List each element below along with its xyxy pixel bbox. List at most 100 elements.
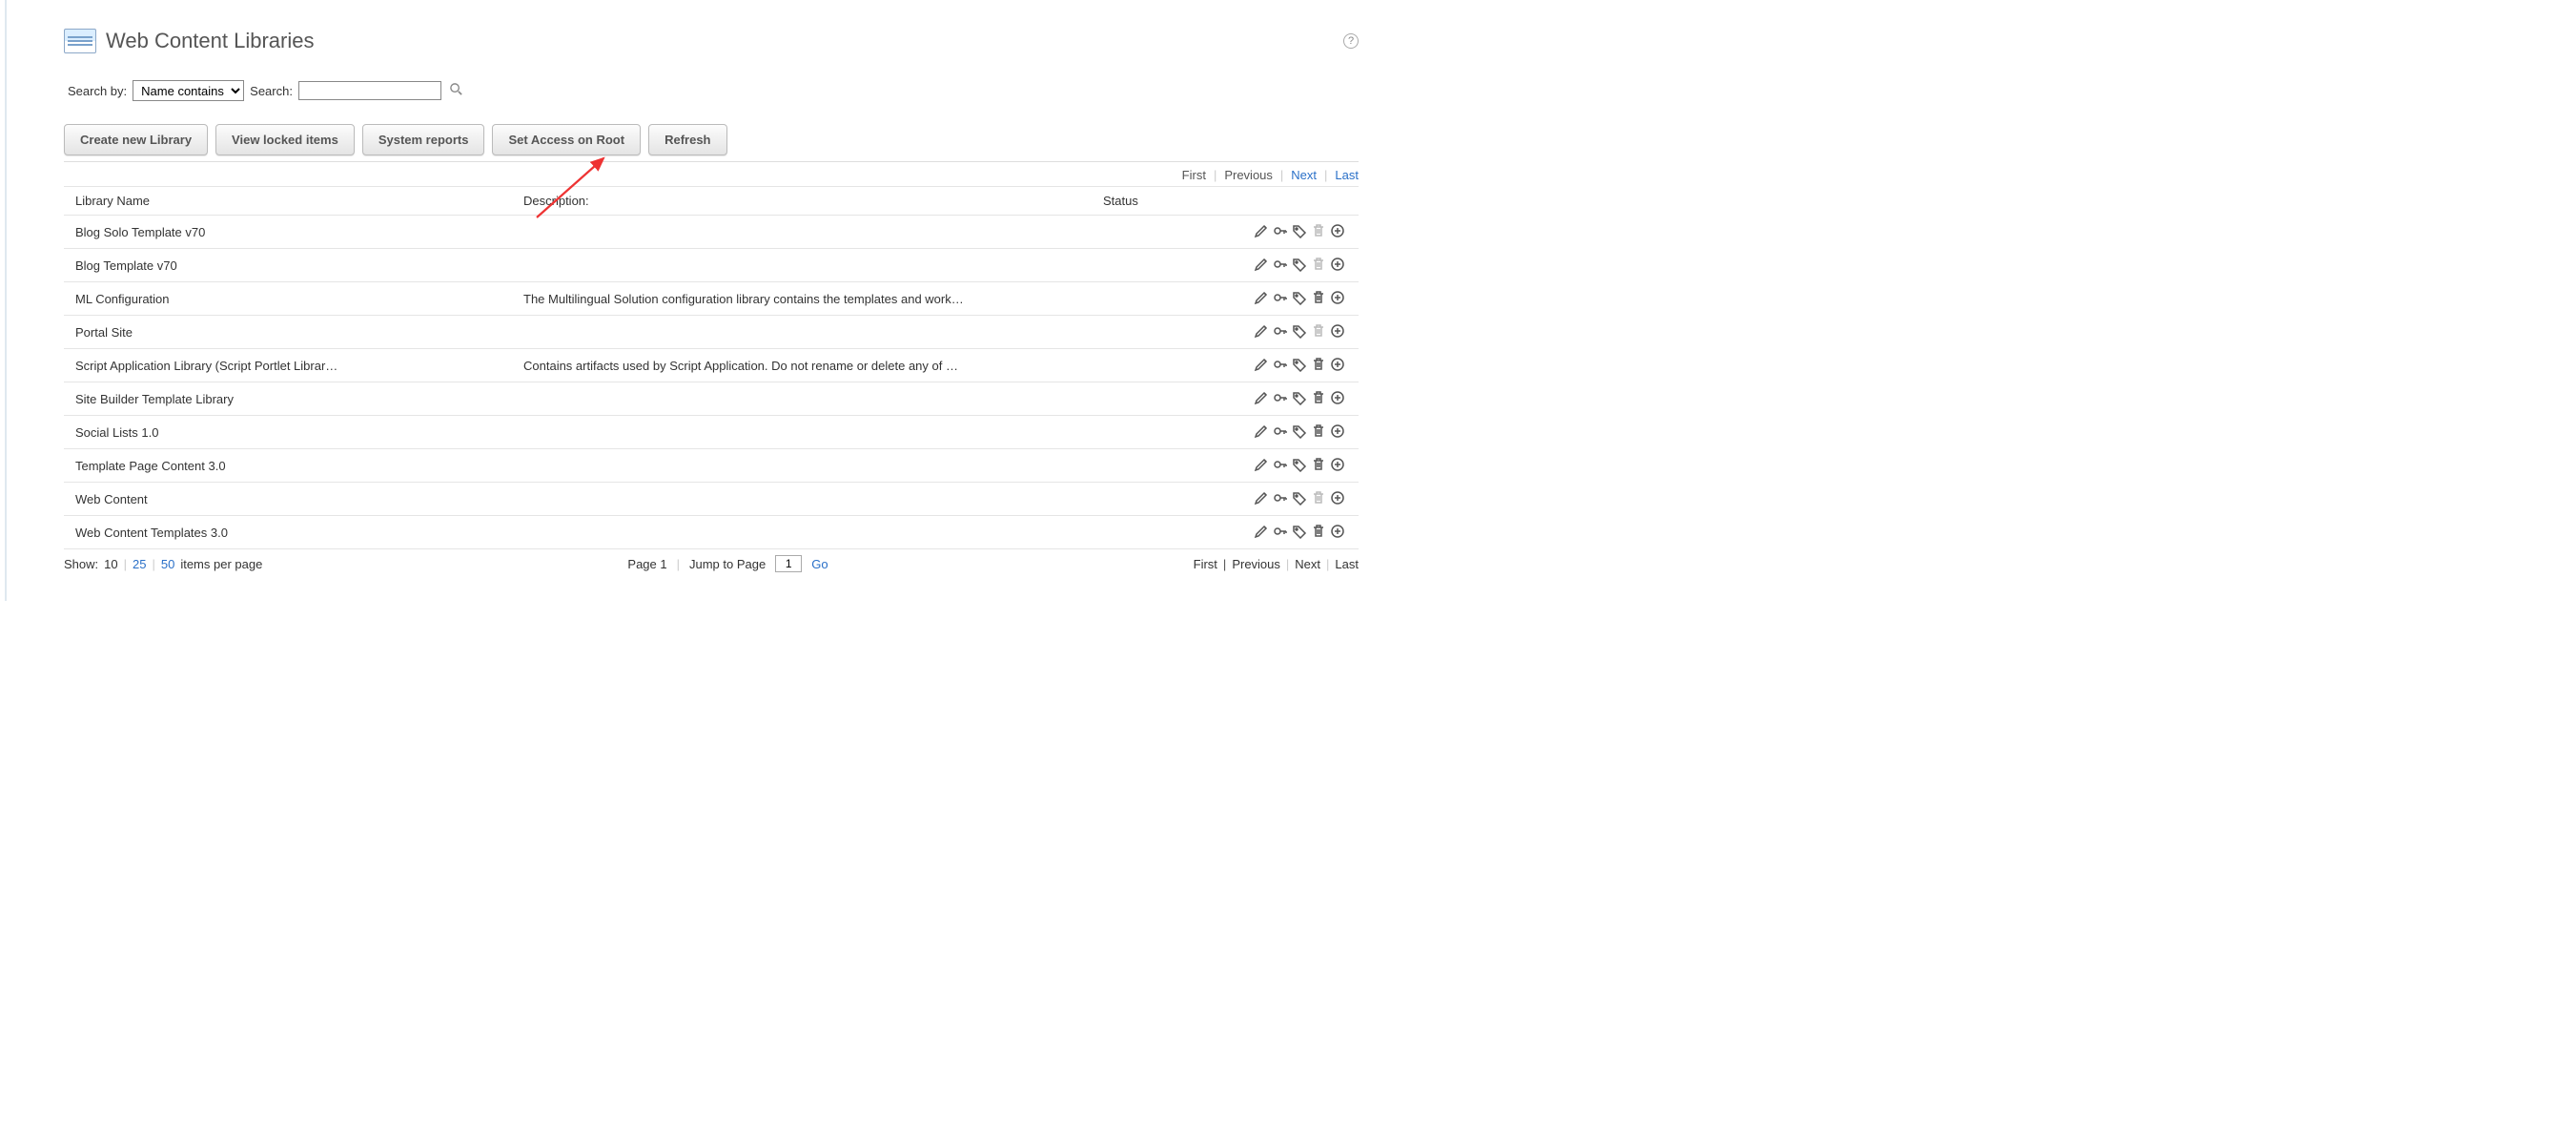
edit-icon[interactable] xyxy=(1253,456,1270,473)
pager-top: First | Previous | Next | Last xyxy=(64,168,1359,182)
edit-icon[interactable] xyxy=(1253,356,1270,373)
pager-next[interactable]: Next xyxy=(1291,168,1317,182)
view-locked-button[interactable]: View locked items xyxy=(215,124,355,155)
pager-last-bottom[interactable]: Last xyxy=(1335,557,1359,571)
refresh-button[interactable]: Refresh xyxy=(648,124,726,155)
trash-icon[interactable] xyxy=(1310,356,1327,373)
help-icon[interactable]: ? xyxy=(1343,33,1359,49)
cell-library-name: Script Application Library (Script Portl… xyxy=(64,349,512,382)
key-icon[interactable] xyxy=(1272,322,1289,340)
edit-icon[interactable] xyxy=(1253,322,1270,340)
edit-icon[interactable] xyxy=(1253,423,1270,440)
add-icon[interactable] xyxy=(1329,222,1346,239)
cell-status xyxy=(1092,382,1206,416)
per-page-10[interactable]: 10 xyxy=(104,557,117,571)
set-access-root-button[interactable]: Set Access on Root xyxy=(492,124,641,155)
key-icon[interactable] xyxy=(1272,256,1289,273)
edit-icon[interactable] xyxy=(1253,256,1270,273)
trash-icon[interactable] xyxy=(1310,289,1327,306)
cell-actions xyxy=(1206,483,1359,516)
cell-library-name: Web Content Templates 3.0 xyxy=(64,516,512,549)
key-icon[interactable] xyxy=(1272,289,1289,306)
edit-icon[interactable] xyxy=(1253,523,1270,540)
tag-icon[interactable] xyxy=(1291,423,1308,440)
key-icon[interactable] xyxy=(1272,423,1289,440)
edit-icon[interactable] xyxy=(1253,489,1270,506)
cell-status xyxy=(1092,449,1206,483)
add-icon[interactable] xyxy=(1329,256,1346,273)
tag-icon[interactable] xyxy=(1291,222,1308,239)
create-library-button[interactable]: Create new Library xyxy=(64,124,208,155)
cell-description xyxy=(512,483,1092,516)
tag-icon[interactable] xyxy=(1291,523,1308,540)
page-title: Web Content Libraries xyxy=(106,29,315,53)
pager-first[interactable]: First xyxy=(1182,168,1206,182)
tag-icon[interactable] xyxy=(1291,489,1308,506)
tag-icon[interactable] xyxy=(1291,356,1308,373)
pager-next-bottom[interactable]: Next xyxy=(1295,557,1320,571)
table-row: Script Application Library (Script Portl… xyxy=(64,349,1359,382)
tag-icon[interactable] xyxy=(1291,389,1308,406)
key-icon[interactable] xyxy=(1272,489,1289,506)
add-icon[interactable] xyxy=(1329,289,1346,306)
jump-to-page-input[interactable] xyxy=(775,555,802,572)
pager-first-bottom[interactable]: First xyxy=(1194,557,1217,571)
system-reports-button[interactable]: System reports xyxy=(362,124,485,155)
cell-actions xyxy=(1206,282,1359,316)
col-description[interactable]: Description: xyxy=(512,187,1092,216)
search-submit-icon[interactable] xyxy=(447,82,465,99)
cell-actions xyxy=(1206,249,1359,282)
search-mode-select[interactable]: Name contains xyxy=(133,80,244,101)
table-row: Blog Template v70 xyxy=(64,249,1359,282)
key-icon[interactable] xyxy=(1272,523,1289,540)
add-icon[interactable] xyxy=(1329,489,1346,506)
trash-icon[interactable] xyxy=(1310,456,1327,473)
page-indicator: Page 1 xyxy=(627,557,666,571)
tag-icon[interactable] xyxy=(1291,456,1308,473)
add-icon[interactable] xyxy=(1329,356,1346,373)
cell-actions xyxy=(1206,316,1359,349)
table-row: Web Content Templates 3.0 xyxy=(64,516,1359,549)
cell-description xyxy=(512,449,1092,483)
cell-description xyxy=(512,382,1092,416)
per-page-50[interactable]: 50 xyxy=(161,557,174,571)
edit-icon[interactable] xyxy=(1253,389,1270,406)
trash-icon[interactable] xyxy=(1310,389,1327,406)
pager-previous[interactable]: Previous xyxy=(1224,168,1273,182)
add-icon[interactable] xyxy=(1329,456,1346,473)
per-page-25[interactable]: 25 xyxy=(133,557,146,571)
col-library-name[interactable]: Library Name xyxy=(64,187,512,216)
key-icon[interactable] xyxy=(1272,222,1289,239)
jump-go-button[interactable]: Go xyxy=(811,557,828,571)
cell-description xyxy=(512,516,1092,549)
pager-last[interactable]: Last xyxy=(1335,168,1359,182)
cell-status xyxy=(1092,282,1206,316)
add-icon[interactable] xyxy=(1329,423,1346,440)
col-status[interactable]: Status xyxy=(1092,187,1206,216)
edit-icon[interactable] xyxy=(1253,289,1270,306)
tag-icon[interactable] xyxy=(1291,256,1308,273)
cell-description xyxy=(512,216,1092,249)
trash-icon[interactable] xyxy=(1310,523,1327,540)
key-icon[interactable] xyxy=(1272,456,1289,473)
table-row: Blog Solo Template v70 xyxy=(64,216,1359,249)
library-page-icon xyxy=(64,29,96,53)
key-icon[interactable] xyxy=(1272,356,1289,373)
edit-icon[interactable] xyxy=(1253,222,1270,239)
tag-icon[interactable] xyxy=(1291,322,1308,340)
cell-description xyxy=(512,416,1092,449)
cell-status xyxy=(1092,483,1206,516)
trash-icon[interactable] xyxy=(1310,423,1327,440)
cell-status xyxy=(1092,316,1206,349)
tag-icon[interactable] xyxy=(1291,289,1308,306)
add-icon[interactable] xyxy=(1329,523,1346,540)
key-icon[interactable] xyxy=(1272,389,1289,406)
search-input[interactable] xyxy=(298,81,441,100)
pager-previous-bottom[interactable]: Previous xyxy=(1232,557,1280,571)
pager-footer: Show: 10 | 25 | 50 items per page Page 1… xyxy=(64,555,1359,572)
cell-description: Contains artifacts used by Script Applic… xyxy=(512,349,1092,382)
cell-library-name: Social Lists 1.0 xyxy=(64,416,512,449)
add-icon[interactable] xyxy=(1329,322,1346,340)
add-icon[interactable] xyxy=(1329,389,1346,406)
table-row: Portal Site xyxy=(64,316,1359,349)
